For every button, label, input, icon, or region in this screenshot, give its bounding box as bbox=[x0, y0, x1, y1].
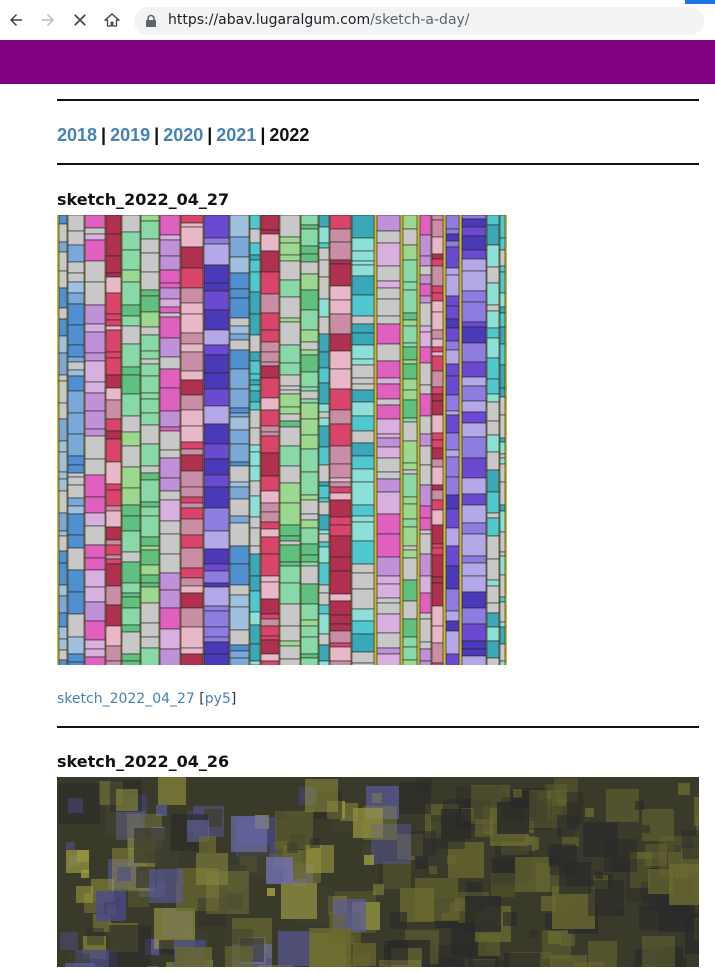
divider bbox=[57, 99, 699, 101]
separator: | bbox=[154, 125, 160, 145]
arrow-left-icon bbox=[10, 14, 22, 26]
url-path: /sketch-a-day/ bbox=[370, 12, 470, 28]
window-accent bbox=[685, 0, 715, 4]
year-navigation: 2018 | 2019 | 2020 | 2021 | 2022 bbox=[57, 117, 699, 153]
close-icon bbox=[74, 14, 86, 26]
year-current: 2022 bbox=[269, 125, 310, 145]
site-header bbox=[0, 40, 715, 84]
year-link-2021[interactable]: 2021 bbox=[216, 125, 256, 145]
home-icon bbox=[103, 13, 121, 27]
address-bar[interactable]: https://abav.lugaralgum.com/sketch-a-day… bbox=[134, 7, 704, 35]
url-host: https://abav.lugaralgum.com bbox=[168, 12, 371, 28]
sketch-entry: sketch_2022_04_27 sketch_2022_04_27 [py5… bbox=[57, 165, 699, 728]
stop-button[interactable] bbox=[68, 8, 92, 32]
lock-icon bbox=[146, 14, 156, 27]
year-link-2018[interactable]: 2018 bbox=[57, 125, 97, 145]
back-button[interactable] bbox=[4, 8, 28, 32]
sketch-image[interactable] bbox=[57, 215, 507, 665]
sketch-title: sketch_2022_04_27 bbox=[57, 190, 230, 209]
sketch-entry: sketch_2022_04_26 bbox=[57, 728, 699, 967]
year-link-2020[interactable]: 2020 bbox=[163, 125, 203, 145]
url-text: https://abav.lugaralgum.com/sketch-a-day… bbox=[168, 12, 470, 28]
separator: | bbox=[260, 125, 266, 145]
forward-button[interactable] bbox=[36, 8, 60, 32]
browser-toolbar: https://abav.lugaralgum.com/sketch-a-day… bbox=[0, 0, 715, 41]
year-link-2019[interactable]: 2019 bbox=[110, 125, 150, 145]
sketch-image[interactable] bbox=[57, 777, 699, 967]
py5-link[interactable]: py5 bbox=[205, 691, 231, 707]
sketch-caption: sketch_2022_04_27 [py5] bbox=[57, 691, 699, 707]
page-content: 2018 | 2019 | 2020 | 2021 | 2022 sketch_2022_04_… bbox=[57, 84, 699, 967]
separator: | bbox=[207, 125, 213, 145]
separator: | bbox=[101, 125, 107, 145]
sketch-link[interactable]: sketch_2022_04_27 bbox=[57, 691, 195, 707]
bracket-close: ] bbox=[230, 691, 237, 707]
sketch-title: sketch_2022_04_26 bbox=[57, 752, 230, 771]
arrow-right-icon bbox=[42, 14, 54, 26]
home-button[interactable] bbox=[100, 8, 124, 32]
